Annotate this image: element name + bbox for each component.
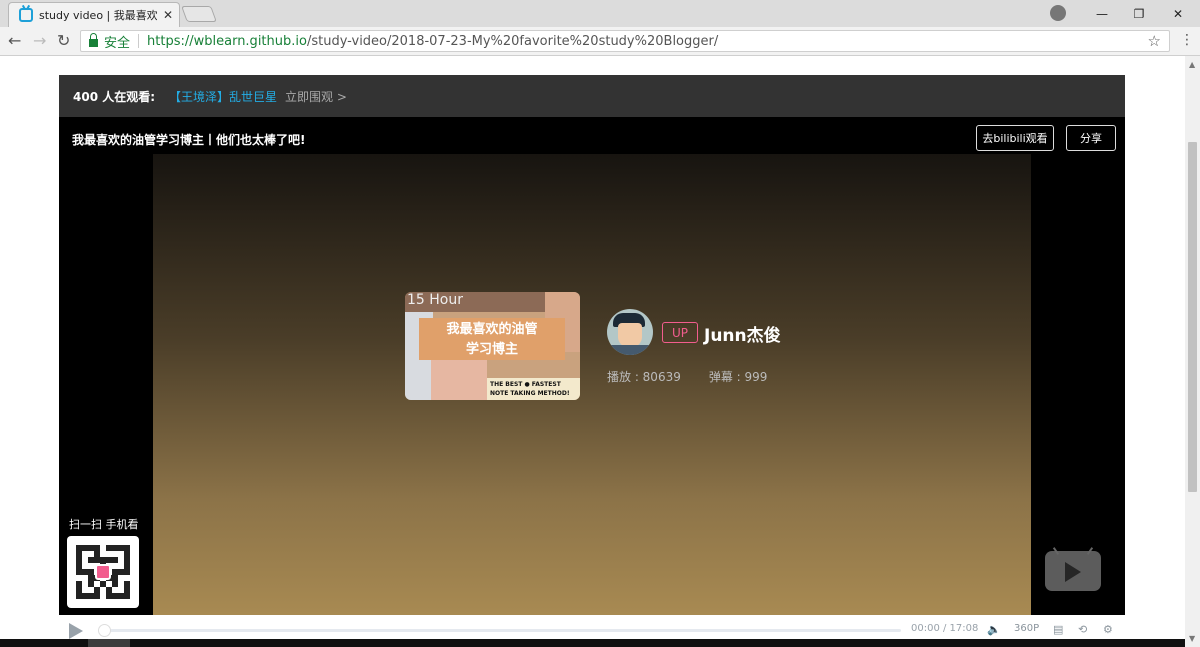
avatar-face [618, 323, 642, 347]
volume-icon[interactable]: 🔈 [987, 623, 1001, 636]
lock-icon [89, 33, 98, 47]
time-display: 00:00 / 17:08 [911, 623, 979, 634]
loop-icon[interactable]: ⟲ [1078, 623, 1087, 636]
cover-face-panel [431, 360, 487, 400]
hot-video-link[interactable]: 【王境泽】乱世巨星 [169, 88, 277, 105]
qr-cell [124, 593, 130, 599]
cover-strip-line1: THE BEST ● FASTEST [490, 381, 561, 388]
browser-menu-icon[interactable]: ⋮ [1180, 32, 1194, 48]
os-taskbar [0, 639, 1185, 647]
taskbar-item[interactable] [88, 639, 130, 647]
video-stats: 播放 : 80639 弹幕 : 999 [607, 368, 767, 385]
new-tab-button[interactable] [181, 6, 217, 22]
profile-icon[interactable] [1050, 5, 1066, 21]
play-count: 播放 : 80639 [607, 370, 681, 384]
danmaku-count: 弹幕 : 999 [708, 370, 768, 384]
uploader-avatar[interactable] [607, 309, 653, 355]
url-host: https://wblearn.github.io [147, 33, 307, 49]
watching-count: 400 人在观看: [73, 89, 156, 104]
player-top-bar: 400 人在观看: 【王境泽】乱世巨星 立即围观 > [59, 75, 1125, 117]
share-button[interactable]: 分享 [1066, 125, 1116, 151]
progress-bar[interactable] [98, 624, 901, 637]
page-scrollbar[interactable]: ▲ ▼ [1185, 56, 1200, 647]
qr-label: 扫一扫 手机看 [69, 518, 139, 531]
open-bilibili-button[interactable]: 去bilibili观看 [976, 125, 1054, 151]
scroll-up-arrow-icon[interactable]: ▲ [1189, 60, 1195, 69]
restore-button[interactable]: ❐ [1117, 0, 1161, 27]
bookmark-star-icon[interactable]: ☆ [1148, 32, 1161, 50]
url-path: /study-video/2018-07-23-My%20favorite%20… [306, 33, 719, 49]
progress-knob[interactable] [98, 624, 111, 637]
tab-title: study video | 我最喜欢的 [39, 9, 157, 22]
back-arrow-icon[interactable]: ← [8, 31, 21, 50]
secure-label: 安全 [104, 35, 131, 51]
cover-banner-line2: 学习博主 [465, 342, 518, 357]
watch-now-link[interactable]: 立即围观 > [285, 88, 347, 105]
up-badge: UP [662, 322, 698, 343]
bilibili-favicon-icon [19, 8, 33, 22]
cover-strip-line2: NOTE TAKING METHOD! [490, 390, 570, 397]
danmaku-icon[interactable]: ▤ [1053, 623, 1063, 636]
address-separator [138, 34, 140, 48]
cover-banner: 我最喜欢的油管 学习博主 [419, 318, 565, 360]
forward-arrow-icon[interactable]: → [33, 31, 46, 50]
browser-toolbar: ← → ↻ 安全 https://wblearn.github.io /stud… [0, 27, 1200, 56]
avatar-body [611, 345, 649, 355]
scrollbar-thumb[interactable] [1188, 142, 1197, 492]
reload-icon[interactable]: ↻ [57, 31, 70, 50]
video-player[interactable]: 400 人在观看: 【王境泽】乱世巨星 立即围观 > 我最喜欢的油管学习博主丨他… [59, 75, 1125, 647]
video-title: 我最喜欢的油管学习博主丨他们也太棒了吧! [72, 133, 306, 147]
qr-logo-icon [95, 564, 111, 580]
cover-strip: THE BEST ● FASTEST NOTE TAKING METHOD! [487, 378, 580, 400]
tab-close-icon[interactable]: ✕ [163, 8, 173, 22]
scroll-down-arrow-icon[interactable]: ▼ [1189, 634, 1195, 643]
close-window-button[interactable]: ✕ [1156, 0, 1200, 27]
address-bar[interactable]: 安全 https://wblearn.github.io /study-vide… [80, 30, 1170, 52]
cover-banner-line1: 我最喜欢的油管 [446, 322, 538, 337]
play-icon[interactable] [69, 623, 83, 639]
qr-code [67, 536, 139, 608]
browser-tab[interactable]: study video | 我最喜欢的 ✕ [8, 2, 180, 27]
video-stage[interactable]: 15 Hour 我最喜欢的油管 学习博主 THE BEST ● FASTEST … [153, 154, 1031, 615]
quality-selector[interactable]: 360P [1014, 623, 1039, 634]
settings-icon[interactable]: ⚙ [1103, 623, 1113, 636]
page-viewport: 400 人在观看: 【王境泽】乱世巨星 立即围观 > 我最喜欢的油管学习博主丨他… [0, 56, 1185, 647]
tv-icon[interactable] [1045, 551, 1101, 591]
video-cover-image[interactable]: 15 Hour 我最喜欢的油管 学习博主 THE BEST ● FASTEST … [405, 292, 580, 400]
browser-tab-strip: study video | 我最喜欢的 ✕ — ❐ ✕ [0, 0, 1200, 27]
uploader-name[interactable]: Junn杰俊 [704, 321, 781, 346]
